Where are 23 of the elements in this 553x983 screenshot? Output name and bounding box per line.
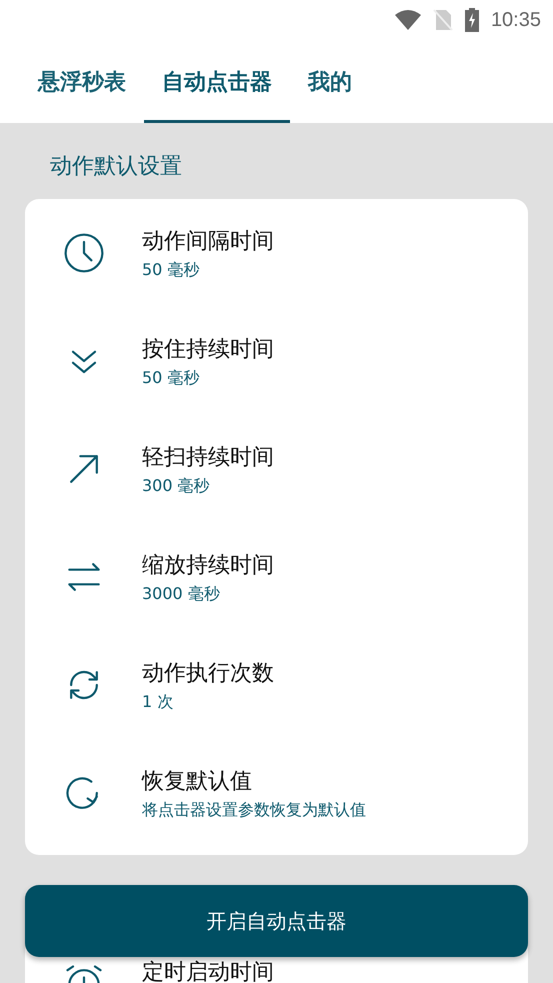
tab[interactable]: 悬浮秒表	[20, 40, 144, 123]
setting-value: 300 毫秒	[142, 476, 211, 496]
setting-value: 1 次	[142, 692, 174, 712]
setting-value: 3000 毫秒	[142, 584, 221, 604]
start-clicker-button[interactable]: 开启自动点击器	[25, 885, 528, 957]
setting-title[interactable]: 恢复默认值	[142, 766, 366, 796]
wifi-icon	[394, 10, 421, 30]
setting-title[interactable]: 动作执行次数	[142, 658, 274, 688]
setting-title[interactable]: 缩放持续时间	[142, 550, 274, 580]
tab[interactable]: 我的	[290, 40, 370, 123]
setting-title[interactable]: 轻扫持续时间	[142, 442, 274, 472]
setting-title[interactable]: 动作间隔时间	[142, 226, 274, 256]
setting-title[interactable]: 按住持续时间	[142, 334, 274, 364]
no-sim-icon	[432, 9, 453, 31]
tab[interactable]: 自动点击器	[144, 40, 290, 123]
setting-value: 50 毫秒	[142, 260, 200, 280]
setting-title[interactable]: 定时启动时间	[142, 961, 274, 983]
setting-value: 50 毫秒	[142, 368, 200, 388]
battery-charging-icon	[464, 8, 479, 32]
setting-value: 将点击器设置参数恢复为默认值	[142, 800, 366, 820]
clock-icon	[62, 231, 106, 275]
section-header: 动作默认设置	[49, 153, 183, 181]
status-time: 10:35	[490, 8, 541, 32]
